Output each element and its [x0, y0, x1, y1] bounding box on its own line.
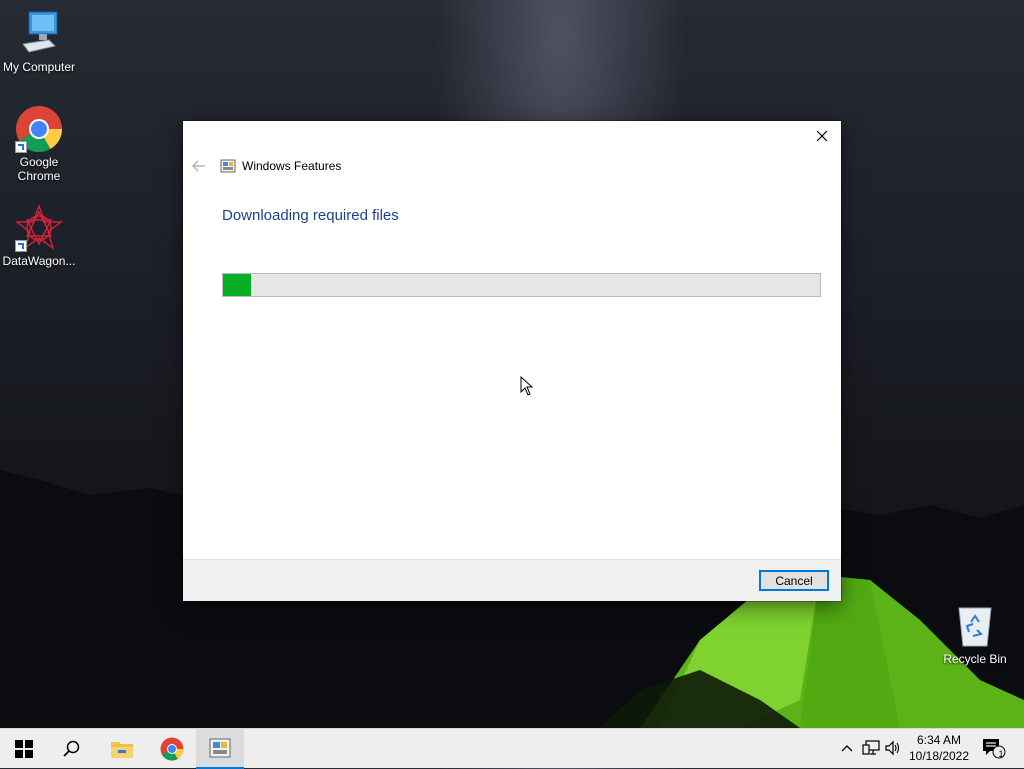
notification-count: 1: [998, 749, 1004, 759]
chrome-icon: [160, 737, 184, 761]
dialog-title: Windows Features: [242, 159, 342, 173]
taskbar-file-explorer[interactable]: [98, 729, 146, 769]
dialog-footer: Cancel: [183, 559, 841, 601]
clock-time: 6:34 AM: [916, 733, 962, 747]
network-button[interactable]: [862, 739, 880, 757]
show-hidden-icons-button[interactable]: [838, 739, 856, 757]
desktop-icon-label: Google Chrome: [17, 155, 61, 183]
computer-icon: [15, 10, 63, 58]
windows-logo-icon: [15, 740, 33, 758]
search-icon: [63, 740, 80, 757]
system-clock[interactable]: 6:34 AM 10/18/2022: [900, 732, 978, 764]
network-icon: [862, 740, 880, 755]
clock-date: 10/18/2022: [908, 749, 970, 763]
back-arrow-icon: [192, 160, 205, 172]
taskbar-google-chrome[interactable]: [148, 729, 196, 769]
chevron-up-icon: [841, 745, 853, 752]
progress-bar: [222, 273, 821, 297]
desktop-icon-google-chrome[interactable]: Google Chrome: [0, 105, 79, 183]
dialog-title-bar: Windows Features: [220, 158, 341, 174]
desktop-icon-label: My Computer: [2, 60, 76, 74]
windows-features-icon: [209, 738, 231, 758]
windows-features-icon: [220, 159, 236, 173]
search-button[interactable]: [48, 729, 96, 769]
desktop-icon-datawagon[interactable]: DataWagon...: [0, 204, 79, 268]
shortcut-arrow-icon: [15, 240, 27, 252]
folder-icon: [111, 742, 133, 758]
shortcut-arrow-icon: [15, 141, 27, 153]
desktop-icon-label: Recycle Bin: [943, 652, 1007, 666]
start-button[interactable]: [0, 729, 48, 769]
datawagon-icon: [14, 204, 64, 252]
windows-features-dialog: Windows Features Downloading required fi…: [183, 121, 841, 601]
status-heading: Downloading required files: [222, 207, 399, 224]
mouse-cursor-icon: [520, 376, 534, 396]
desktop-icon-recycle-bin[interactable]: Recycle Bin: [935, 602, 1015, 666]
recycle-bin-icon: [951, 602, 999, 650]
progress-fill: [223, 274, 252, 296]
close-icon: [816, 130, 828, 142]
chrome-icon: [15, 105, 63, 153]
back-button[interactable]: [191, 159, 207, 173]
desktop-icon-label: DataWagon...: [2, 254, 76, 268]
cancel-button[interactable]: Cancel: [759, 570, 829, 591]
taskbar-windows-features[interactable]: [196, 729, 244, 769]
close-button[interactable]: [807, 125, 837, 147]
desktop-icon-my-computer[interactable]: My Computer: [0, 10, 79, 74]
action-center-button[interactable]: 1: [982, 739, 1008, 759]
taskbar: 6:34 AM 10/18/2022 1: [0, 728, 1024, 769]
